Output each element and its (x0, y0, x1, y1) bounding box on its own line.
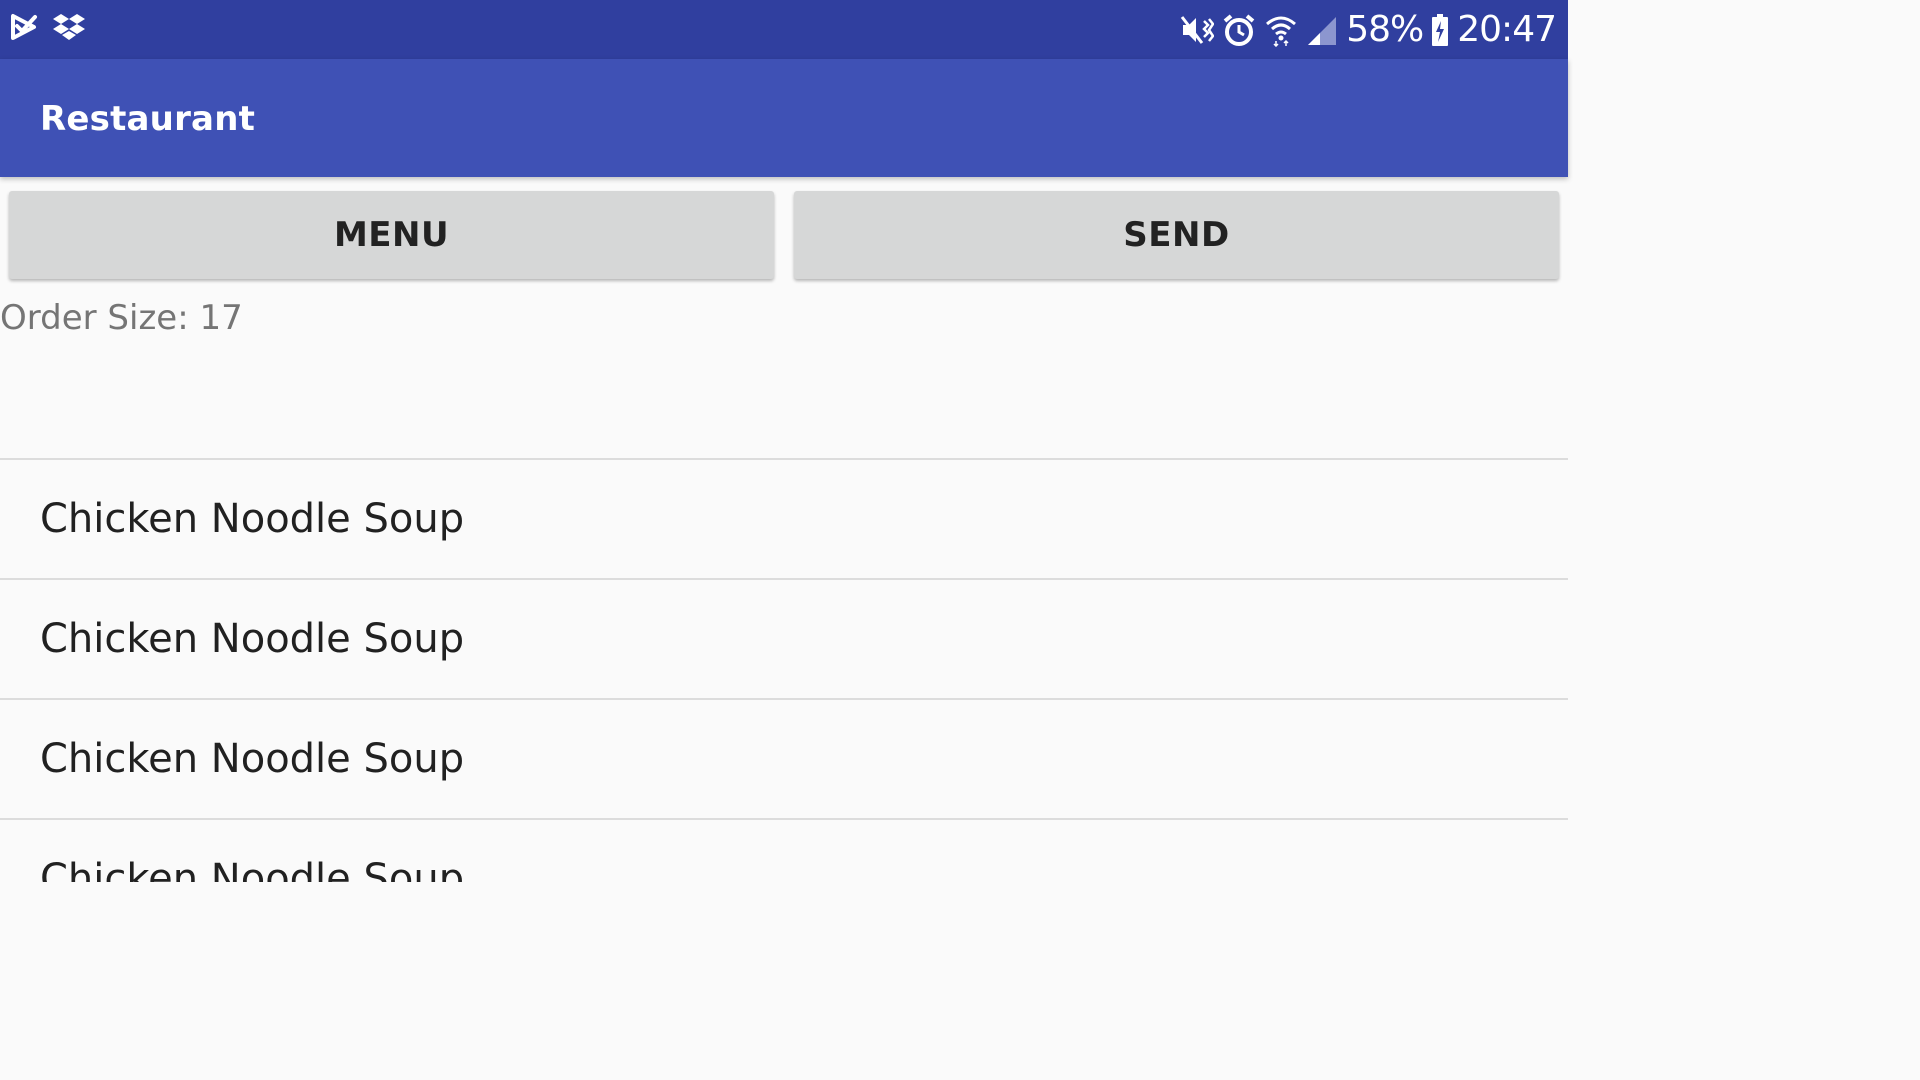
battery-charging-icon (1431, 13, 1449, 47)
status-bar: 58% 20:47 (0, 0, 1568, 59)
list-item[interactable]: Chicken Noodle Soup (0, 700, 1568, 820)
app-title: Restaurant (40, 99, 256, 139)
menu-button[interactable]: MENU (9, 191, 774, 279)
wifi-icon (1264, 13, 1298, 47)
signal-icon (1306, 13, 1338, 47)
mute-vibrate-icon (1180, 13, 1215, 47)
status-left-icons (10, 12, 86, 42)
battery-percentage: 58% (1346, 9, 1424, 50)
dropbox-icon (52, 12, 86, 42)
app-bar: Restaurant (0, 59, 1568, 177)
clock-time: 20:47 (1457, 9, 1557, 50)
order-list[interactable]: Chicken Noodle Soup Chicken Noodle Soup … (0, 458, 1568, 882)
send-button[interactable]: SEND (794, 191, 1559, 279)
list-item[interactable]: Chicken Noodle Soup (0, 580, 1568, 700)
status-right-icons: 58% 20:47 (1180, 8, 1557, 52)
alarm-icon (1222, 13, 1256, 47)
list-item[interactable]: Chicken Noodle Soup (0, 820, 1568, 882)
order-size-label: Order Size: 17 (0, 298, 243, 338)
checkmark-app-icon (10, 12, 38, 42)
list-item[interactable]: Chicken Noodle Soup (0, 460, 1568, 580)
